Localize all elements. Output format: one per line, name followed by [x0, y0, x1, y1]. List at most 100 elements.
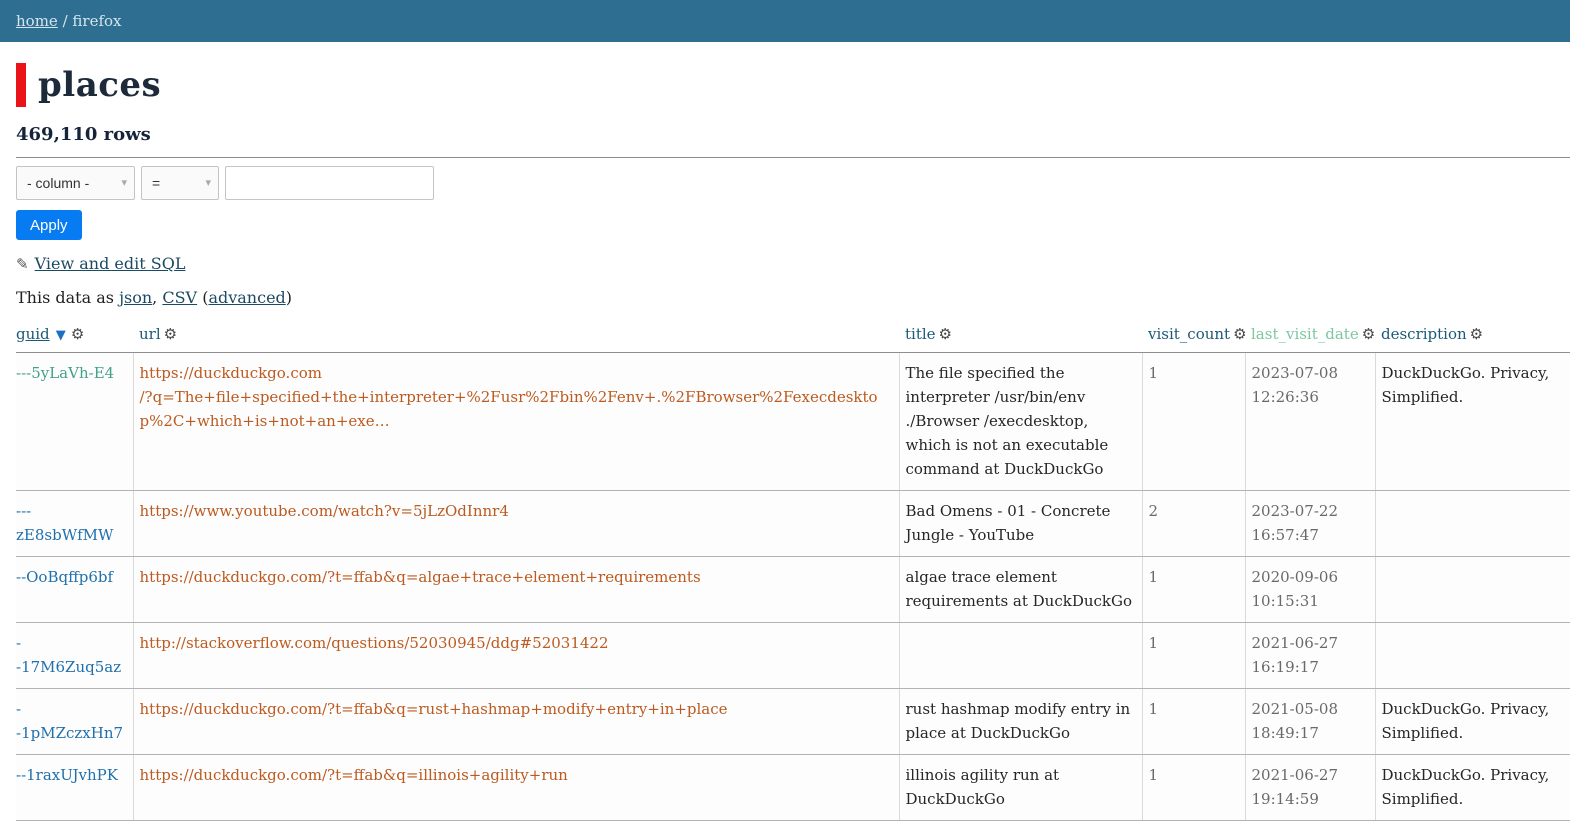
- sort-link-visit_count[interactable]: visit_count: [1148, 325, 1230, 343]
- cell-description: [1375, 557, 1570, 623]
- cell-visit_count: 1: [1142, 755, 1245, 821]
- accent-bar: [16, 63, 26, 107]
- cell-title: illinois agility run at DuckDuckGo: [899, 755, 1142, 821]
- gear-icon[interactable]: ⚙︎: [71, 325, 84, 343]
- breadcrumb-current-db: firefox: [72, 12, 121, 30]
- filter-form: - column - ▾ = ▾ Apply: [16, 157, 1570, 240]
- cell-last_visit_date: 2021-06-27 16:19:17: [1245, 623, 1375, 689]
- table-row: --17M6Zuq5az http://stackoverflow.com/que…: [16, 623, 1570, 689]
- url-link[interactable]: https://duckduckgo.com/?t=ffab&q=illinoi…: [140, 766, 568, 784]
- sort-link-title[interactable]: title: [905, 325, 936, 343]
- cell-url: https://duckduckgo.com/?t=ffab&q=illinoi…: [133, 755, 899, 821]
- gear-icon[interactable]: ⚙︎: [1362, 325, 1375, 343]
- column-header-visit_count: visit_count⚙︎: [1142, 321, 1245, 353]
- cell-guid: ---5yLaVh-E4: [16, 353, 133, 491]
- export-json-link[interactable]: json: [119, 288, 152, 307]
- table-row: ---5yLaVh-E4 https://duckduckgo.com /?q=T…: [16, 353, 1570, 491]
- apply-button[interactable]: Apply: [16, 210, 82, 240]
- top-nav-bar: home / firefox: [0, 0, 1570, 42]
- cell-guid: --1raxUJvhPK: [16, 755, 133, 821]
- url-link[interactable]: http://stackoverflow.com/questions/52030…: [140, 634, 609, 652]
- export-paren-close: ): [286, 288, 292, 307]
- operator-select-wrap: = ▾: [141, 166, 219, 200]
- cell-guid: --1pMZczxHn7: [16, 689, 133, 755]
- export-csv-link[interactable]: CSV: [162, 288, 197, 307]
- cell-url: https://duckduckgo.com/?t=ffab&q=algae+t…: [133, 557, 899, 623]
- cell-url: https://duckduckgo.com /?q=The+file+spec…: [133, 353, 899, 491]
- gear-icon[interactable]: ⚙︎: [1233, 325, 1245, 343]
- row-count: 469,110 rows: [16, 124, 1570, 145]
- url-link[interactable]: https://www.youtube.com/watch?v=5jLzOdIn…: [140, 502, 509, 520]
- cell-visit_count: 1: [1142, 689, 1245, 755]
- gear-icon[interactable]: ⚙︎: [939, 325, 952, 343]
- cell-guid: --17M6Zuq5az: [16, 623, 133, 689]
- guid-link[interactable]: ---5yLaVh-E4: [16, 364, 114, 382]
- cell-title: Bad Omens - 01 - Concrete Jungle - YouTu…: [899, 491, 1142, 557]
- url-link[interactable]: https://duckduckgo.com/?t=ffab&q=rust+ha…: [140, 700, 728, 718]
- table-row: --OoBqffp6bf https://duckduckgo.com/?t=ff…: [16, 557, 1570, 623]
- cell-description: DuckDuckGo. Privacy, Simplified.: [1375, 755, 1570, 821]
- cell-visit_count: 1: [1142, 557, 1245, 623]
- cell-last_visit_date: 2023-07-08 12:26:36: [1245, 353, 1375, 491]
- cell-last_visit_date: 2021-06-27 19:14:59: [1245, 755, 1375, 821]
- places-table: guid ▼⚙︎url⚙︎title⚙︎visit_count⚙︎last_vi…: [16, 321, 1570, 821]
- breadcrumb-home-link[interactable]: home: [16, 12, 58, 30]
- export-advanced-link[interactable]: advanced: [208, 288, 285, 307]
- guid-link[interactable]: --1pMZczxHn7: [16, 700, 123, 742]
- column-header-title: title⚙︎: [899, 321, 1142, 353]
- breadcrumb: home / firefox: [0, 0, 1570, 42]
- sort-link-last_visit_date[interactable]: last_visit_date: [1251, 325, 1359, 343]
- page-title: places: [38, 65, 161, 105]
- guid-link[interactable]: --OoBqffp6bf: [16, 568, 113, 586]
- sort-link-description[interactable]: description: [1381, 325, 1467, 343]
- cell-last_visit_date: 2023-07-22 16:57:47: [1245, 491, 1375, 557]
- table-row: ---zE8sbWfMW https://www.youtube.com/watc…: [16, 491, 1570, 557]
- sort-link-url[interactable]: url: [139, 325, 161, 343]
- guid-link[interactable]: ---zE8sbWfMW: [16, 502, 113, 544]
- cell-title: The file specified the interpreter /usr/…: [899, 353, 1142, 491]
- column-header-description: description⚙︎: [1375, 321, 1570, 353]
- filter-column-select[interactable]: - column -: [16, 166, 135, 200]
- table-row: --1raxUJvhPK https://duckduckgo.com/?t=ff…: [16, 755, 1570, 821]
- cell-description: DuckDuckGo. Privacy, Simplified.: [1375, 689, 1570, 755]
- cell-last_visit_date: 2021-05-08 18:49:17: [1245, 689, 1375, 755]
- guid-link[interactable]: --17M6Zuq5az: [16, 634, 121, 676]
- gear-icon[interactable]: ⚙︎: [1470, 325, 1483, 343]
- view-edit-sql-link[interactable]: View and edit SQL: [35, 254, 186, 273]
- filter-operator-select[interactable]: =: [141, 166, 219, 200]
- column-header-guid: guid ▼ ⚙︎: [16, 321, 133, 353]
- column-header-url: url⚙︎: [133, 321, 899, 353]
- pencil-icon: ✎: [16, 255, 29, 273]
- export-separator: ,: [152, 288, 162, 307]
- url-link[interactable]: https://duckduckgo.com/?t=ffab&q=algae+t…: [140, 568, 701, 586]
- cell-last_visit_date: 2020-09-06 10:15:31: [1245, 557, 1375, 623]
- cell-url: https://www.youtube.com/watch?v=5jLzOdIn…: [133, 491, 899, 557]
- cell-title: algae trace element requirements at Duck…: [899, 557, 1142, 623]
- url-link[interactable]: https://duckduckgo.com /?q=The+file+spec…: [140, 364, 878, 430]
- guid-link[interactable]: --1raxUJvhPK: [16, 766, 118, 784]
- gear-icon[interactable]: ⚙︎: [164, 325, 177, 343]
- cell-title: [899, 623, 1142, 689]
- cell-title: rust hashmap modify entry in place at Du…: [899, 689, 1142, 755]
- cell-description: DuckDuckGo. Privacy, Simplified.: [1375, 353, 1570, 491]
- sort-desc-icon: ▼: [52, 328, 66, 343]
- column-select-wrap: - column - ▾: [16, 166, 135, 200]
- column-header-last_visit_date: last_visit_date⚙︎: [1245, 321, 1375, 353]
- sort-link-guid[interactable]: guid: [16, 325, 50, 343]
- export-paren-open: (: [197, 288, 208, 307]
- cell-description: [1375, 491, 1570, 557]
- table-row: --1pMZczxHn7 https://duckduckgo.com/?t=ff…: [16, 689, 1570, 755]
- table-header-row: guid ▼⚙︎url⚙︎title⚙︎visit_count⚙︎last_vi…: [16, 321, 1570, 353]
- cell-guid: --OoBqffp6bf: [16, 557, 133, 623]
- cell-visit_count: 1: [1142, 623, 1245, 689]
- export-options: This data as json, CSV (advanced): [16, 288, 1570, 307]
- cell-guid: ---zE8sbWfMW: [16, 491, 133, 557]
- cell-url: https://duckduckgo.com/?t=ffab&q=rust+ha…: [133, 689, 899, 755]
- cell-visit_count: 1: [1142, 353, 1245, 491]
- cell-description: [1375, 623, 1570, 689]
- export-prefix: This data as: [16, 288, 119, 307]
- filter-value-input[interactable]: [225, 166, 434, 200]
- cell-url: http://stackoverflow.com/questions/52030…: [133, 623, 899, 689]
- cell-visit_count: 2: [1142, 491, 1245, 557]
- breadcrumb-separator: /: [58, 12, 73, 30]
